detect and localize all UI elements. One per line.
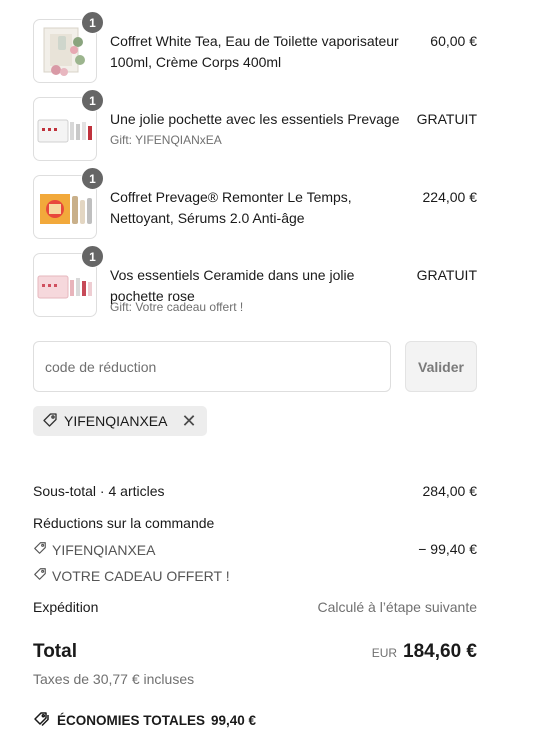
order-discounts-row: Réductions sur la commande	[33, 515, 477, 531]
item-name: Une jolie pochette avec les essentiels P…	[110, 111, 400, 127]
discount-line: YIFENQIANXEA − 99,40 €	[33, 541, 477, 558]
discount-code-name: VOTRE CADEAU OFFERT !	[52, 567, 230, 584]
subtotal-row: Sous-total · 4 articles 284,00 €	[33, 483, 477, 499]
applied-code-label: YIFENQIANXEA	[64, 413, 168, 429]
discount-code-input[interactable]	[33, 341, 391, 392]
item-gift-note: Gift: Votre cadeau offert !	[110, 300, 244, 314]
item-price: 60,00 €	[430, 33, 477, 49]
item-name: Coffret Prevage® Remonter Le Temps, Nett…	[110, 189, 352, 226]
item-price: GRATUIT	[416, 267, 477, 283]
shipping-row: Expédition Calculé à l’étape suivante	[33, 599, 477, 615]
order-discounts-label: Réductions sur la commande	[33, 515, 215, 531]
total-label: Total	[33, 641, 77, 662]
tag-icon	[42, 412, 58, 431]
item-price: GRATUIT	[416, 111, 477, 127]
item-name: Coffret White Tea, Eau de Toilette vapor…	[110, 33, 399, 70]
quantity-badge: 1	[81, 167, 104, 190]
savings-value: 99,40 €	[211, 713, 257, 728]
taxes-note: Taxes de 30,77 € incluses	[33, 671, 195, 687]
applied-discount-chip: YIFENQIANXEA ✕	[33, 406, 207, 436]
item-gift-note: Gift: YIFENQIANxEA	[110, 133, 222, 147]
total-amount: 184,60 €	[403, 641, 477, 662]
subtotal-value: 284,00 €	[422, 483, 478, 499]
currency-code: EUR	[371, 646, 398, 660]
apply-discount-button[interactable]: Valider	[405, 341, 477, 392]
quantity-badge: 1	[81, 245, 104, 268]
tag-icon	[33, 541, 47, 558]
item-price: 224,00 €	[422, 189, 478, 205]
quantity-badge: 1	[81, 11, 104, 34]
discount-code-name: YIFENQIANXEA	[52, 541, 156, 558]
price-tags-icon	[33, 711, 51, 730]
shipping-value: Calculé à l’étape suivante	[317, 599, 477, 615]
savings-label: ÉCONOMIES TOTALES	[57, 713, 206, 728]
close-icon[interactable]: ✕	[181, 412, 196, 430]
total-savings: ÉCONOMIES TOTALES 99,40 €	[33, 711, 256, 730]
shipping-label: Expédition	[33, 599, 99, 615]
discount-line: VOTRE CADEAU OFFERT !	[33, 567, 477, 584]
subtotal-label: Sous-total · 4 articles	[33, 483, 165, 499]
quantity-badge: 1	[81, 89, 104, 112]
discount-amount: − 99,40 €	[418, 541, 477, 557]
total-amount-group: EUR 184,60 €	[372, 641, 477, 663]
tag-icon	[33, 567, 47, 584]
